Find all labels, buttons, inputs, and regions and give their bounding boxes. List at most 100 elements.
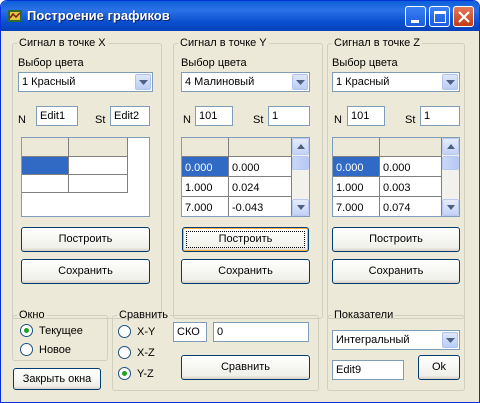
ok-button[interactable]: Ok — [418, 355, 460, 380]
sko-input[interactable]: 0 — [213, 322, 309, 342]
z-build-button[interactable]: Построить — [332, 227, 460, 252]
minimize-icon — [411, 20, 419, 23]
indicators-edit[interactable]: Edit9 — [332, 360, 404, 380]
x-color-value: 1 Красный — [22, 76, 76, 88]
z-n-input[interactable]: 101 — [347, 106, 385, 126]
compare-yz-label: Y-Z — [137, 368, 154, 380]
grid-cell[interactable] — [22, 157, 69, 175]
compare-xy-radio[interactable] — [118, 325, 131, 338]
grid-cell[interactable] — [69, 175, 128, 193]
y-grid-scrollbar[interactable] — [292, 138, 309, 216]
grid-header-cell — [22, 138, 69, 157]
close-windows-button[interactable]: Закрыть окна — [13, 368, 101, 390]
x-n-input[interactable]: Edit1 — [36, 106, 78, 126]
close-icon — [458, 11, 470, 23]
chevron-up-icon — [447, 144, 455, 149]
window-new-label: Новое — [39, 344, 72, 356]
x-color-select[interactable]: 1 Красный — [18, 72, 153, 92]
compare-yz-radio[interactable] — [118, 367, 131, 380]
z-color-value: 1 Красный — [336, 76, 390, 88]
grid-cell[interactable]: 1.000 — [333, 177, 380, 197]
x-st-label: St — [95, 114, 106, 126]
z-color-dropdown-button[interactable] — [442, 74, 458, 90]
grid-cell[interactable]: 0.000 — [333, 157, 380, 177]
y-color-value: 4 Малиновый — [185, 76, 255, 88]
compare-button[interactable]: Сравнить — [181, 355, 310, 380]
z-st-label: St — [405, 114, 416, 126]
title-bar[interactable]: Построение графиков — [1, 1, 479, 31]
y-st-label: St — [253, 114, 264, 126]
grid-cell[interactable]: 0.000 — [380, 157, 442, 177]
grid-cell[interactable]: 0.003 — [380, 177, 442, 197]
grid-cell[interactable]: 0.000 — [229, 157, 292, 177]
main-window: Построение графиков Сигнал в точке X Выб… — [0, 0, 480, 403]
y-n-input[interactable]: 101 — [195, 106, 233, 126]
z-data-grid[interactable]: 0.000 0.000 1.000 0.003 7.000 0.074 — [332, 137, 460, 217]
client-area: Сигнал в точке X Выбор цвета 1 Красный N… — [5, 31, 475, 400]
z-color-select[interactable]: 1 Красный — [332, 72, 460, 92]
indicators-legend: Показатели — [334, 309, 394, 321]
z-save-button[interactable]: Сохранить — [332, 259, 460, 284]
window-new-radio[interactable] — [20, 343, 33, 356]
grid-header-cell — [182, 138, 229, 157]
grid-cell[interactable] — [69, 157, 128, 175]
window-group-legend: Окно — [19, 309, 45, 321]
chevron-down-icon — [297, 205, 305, 210]
chevron-down-icon — [296, 80, 305, 85]
focus-rect — [186, 231, 305, 248]
grid-cell[interactable]: 0.074 — [380, 197, 442, 216]
grid-header-cell — [333, 138, 380, 157]
close-button[interactable] — [453, 6, 474, 27]
scroll-down-button[interactable] — [442, 199, 459, 216]
chevron-down-icon — [447, 205, 455, 210]
chevron-down-icon — [446, 338, 455, 343]
maximize-icon — [434, 11, 446, 23]
signal-y-legend: Сигнал в точке Y — [180, 37, 267, 49]
compare-xy-label: X-Y — [137, 326, 156, 338]
grid-cell[interactable]: 0.000 — [182, 157, 229, 177]
grid-header-cell — [380, 138, 442, 157]
grid-cell[interactable]: 1.000 — [182, 177, 229, 197]
indicators-dropdown-button[interactable] — [442, 332, 458, 348]
y-save-button[interactable]: Сохранить — [181, 259, 310, 284]
y-st-input[interactable]: 1 — [268, 106, 310, 126]
grid-cell[interactable]: 7.000 — [182, 197, 229, 216]
y-build-button[interactable]: Построить — [182, 227, 309, 252]
maximize-button[interactable] — [429, 6, 450, 27]
grid-cell[interactable]: 7.000 — [333, 197, 380, 216]
grid-cell[interactable] — [22, 175, 69, 193]
z-color-label: Выбор цвета — [332, 57, 398, 69]
z-grid-scrollbar[interactable] — [442, 138, 459, 216]
window-current-label: Текущее — [39, 325, 83, 337]
scroll-down-button[interactable] — [292, 199, 309, 216]
grid-cell[interactable]: 0.024 — [229, 177, 292, 197]
y-color-select[interactable]: 4 Малиновый — [181, 72, 310, 92]
chevron-down-icon — [139, 80, 148, 85]
x-build-button[interactable]: Построить — [21, 227, 150, 252]
indicators-select[interactable]: Интегральный — [332, 330, 460, 350]
compare-xz-radio[interactable] — [118, 346, 131, 359]
indicators-select-value: Интегральный — [336, 334, 410, 346]
x-data-grid[interactable] — [21, 137, 150, 217]
minimize-button[interactable] — [405, 6, 426, 27]
signal-z-legend: Сигнал в точке Z — [334, 37, 421, 49]
scroll-thumb[interactable] — [442, 156, 459, 170]
compare-group-legend: Сравнить — [119, 309, 169, 321]
window-current-radio[interactable] — [20, 324, 33, 337]
x-save-button[interactable]: Сохранить — [21, 259, 150, 284]
y-data-grid[interactable]: 0.000 0.000 1.000 0.024 7.000 -0.043 — [181, 137, 310, 217]
x-color-dropdown-button[interactable] — [135, 74, 151, 90]
window-title: Построение графиков — [27, 8, 170, 23]
grid-header-cell — [229, 138, 292, 157]
scroll-up-button[interactable] — [292, 138, 309, 155]
scroll-thumb[interactable] — [292, 156, 309, 170]
z-st-input[interactable]: 1 — [420, 106, 460, 126]
chevron-down-icon — [446, 80, 455, 85]
grid-cell[interactable]: -0.043 — [229, 197, 292, 216]
z-n-label: N — [334, 114, 342, 126]
x-st-input[interactable]: Edit2 — [110, 106, 150, 126]
grid-header-cell — [69, 138, 128, 157]
scroll-up-button[interactable] — [442, 138, 459, 155]
signal-x-legend: Сигнал в точке X — [19, 37, 106, 49]
y-color-dropdown-button[interactable] — [292, 74, 308, 90]
